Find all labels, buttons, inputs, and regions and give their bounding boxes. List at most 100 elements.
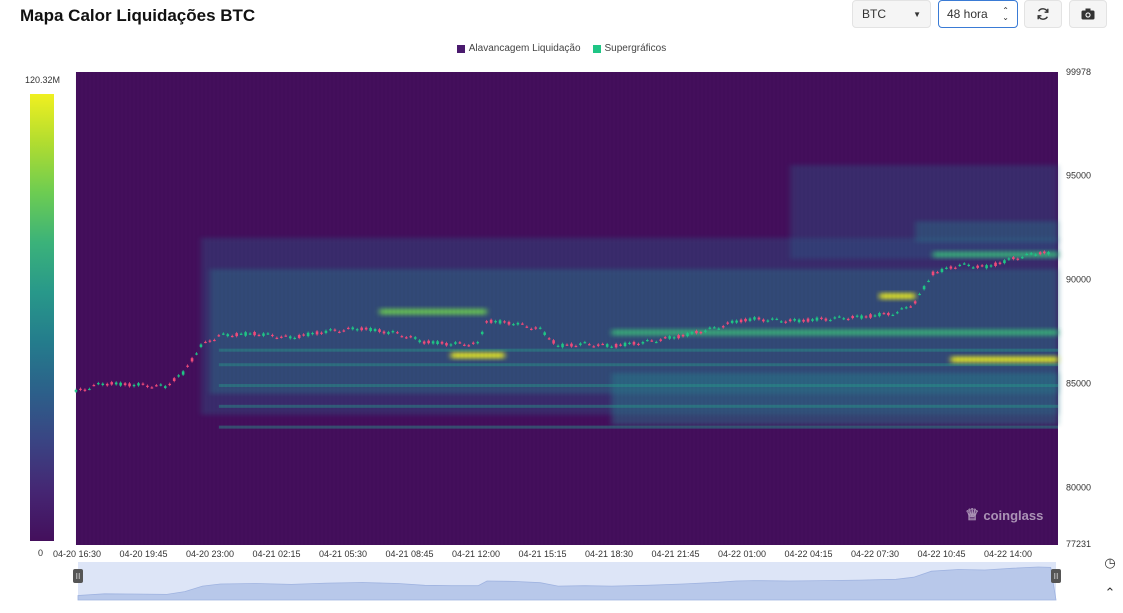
candle-body <box>1038 252 1042 255</box>
chevron-up-icon: ⌃ <box>1104 585 1116 600</box>
candle-body <box>387 332 390 334</box>
watermark: ♕ coinglass <box>965 505 1043 525</box>
candle-body <box>244 332 247 336</box>
candle-body <box>217 335 221 337</box>
candle-body <box>168 383 172 386</box>
y-tick-label: 77231 <box>1066 539 1091 549</box>
candle-body <box>458 342 462 344</box>
candle-body <box>873 315 877 317</box>
candle-body <box>503 321 506 323</box>
heatmap-chart[interactable]: 99978 95000 90000 85000 80000 77231 04-20 16:3… <box>0 0 1123 613</box>
candle-body <box>83 389 87 391</box>
candle-body <box>280 336 283 338</box>
candle-body <box>668 336 671 339</box>
candle-body <box>516 322 520 325</box>
candle-body <box>137 383 140 386</box>
candle-body <box>918 293 921 296</box>
candle-body <box>748 318 752 321</box>
candle-body <box>735 320 738 323</box>
candle-body <box>177 375 180 377</box>
collapse-button[interactable]: ⌃ <box>1100 583 1120 603</box>
candle-body <box>195 353 198 355</box>
candle-body <box>936 272 939 274</box>
candle-body <box>248 333 252 335</box>
candle-body <box>855 315 859 317</box>
candle-body <box>989 265 993 267</box>
candle-body <box>579 343 582 346</box>
candle-body <box>226 334 230 337</box>
candle-body <box>101 383 105 386</box>
candle-body <box>181 371 185 375</box>
candle-body <box>793 319 796 321</box>
candle-body <box>650 340 654 342</box>
candle-body <box>909 306 912 308</box>
candle-body <box>753 317 756 320</box>
candle-body <box>927 280 930 283</box>
watermark-text: coinglass <box>983 507 1044 523</box>
candle-body <box>704 330 707 332</box>
candle-body <box>92 385 96 387</box>
candle-body <box>820 317 823 319</box>
x-tick-label: 04-20 16:30 <box>53 549 101 559</box>
candle-body <box>405 337 408 339</box>
candle-body <box>779 321 783 323</box>
candle-body <box>994 262 997 266</box>
candle-body <box>552 340 555 344</box>
candle-body <box>105 383 109 386</box>
candle-body <box>306 332 310 337</box>
zoom-handle-left[interactable] <box>73 569 83 583</box>
candle-body <box>686 333 689 337</box>
candle-body <box>583 342 587 344</box>
x-tick-label: 04-21 02:15 <box>253 549 301 559</box>
candle-body <box>788 319 792 322</box>
candle-body <box>271 334 274 337</box>
candle-body <box>378 329 381 332</box>
candle-body <box>811 319 814 321</box>
candle-body <box>311 332 314 335</box>
candle-body <box>945 267 948 269</box>
candle-body <box>199 344 203 347</box>
hot-band <box>879 293 916 300</box>
candle-body <box>837 316 841 318</box>
candle-body <box>275 337 279 339</box>
y-tick-label: 85000 <box>1066 378 1091 388</box>
candle-body <box>512 324 515 326</box>
heatmap-field <box>611 373 1058 426</box>
candle-body <box>521 323 524 325</box>
candle-body <box>351 327 355 330</box>
candle-body <box>1047 252 1050 255</box>
candle-body <box>601 343 605 346</box>
candle-body <box>1020 257 1024 259</box>
candle-body <box>954 267 957 269</box>
y-tick-label: 95000 <box>1066 171 1091 181</box>
candle-body <box>480 331 484 335</box>
x-tick-label: 04-22 07:30 <box>851 549 899 559</box>
candle-body <box>534 327 538 329</box>
candle-body <box>186 365 189 367</box>
candle-body <box>355 329 359 331</box>
candle-body <box>654 341 658 344</box>
x-tick-label: 04-22 10:45 <box>918 549 966 559</box>
candle-body <box>494 320 497 323</box>
candle-body <box>110 382 114 385</box>
history-button[interactable]: ◷ <box>1100 553 1120 573</box>
candle-body <box>882 313 886 315</box>
candle-body <box>663 337 667 339</box>
candle-body <box>940 268 944 273</box>
candle-body <box>922 286 926 290</box>
candle-body <box>529 328 533 331</box>
candle-body <box>605 344 609 347</box>
candle-body <box>288 336 292 339</box>
candle-body <box>315 331 319 335</box>
candle-body <box>543 332 546 335</box>
candle-body <box>146 385 149 387</box>
candle-body <box>721 326 725 328</box>
candle-body <box>860 315 863 319</box>
candle-body <box>1029 253 1033 255</box>
candle-body <box>1034 254 1037 256</box>
zoom-handle-right[interactable] <box>1051 569 1061 583</box>
candle-body <box>1003 260 1006 264</box>
candle-body <box>329 329 332 331</box>
candle-body <box>132 384 136 387</box>
candle-body <box>842 318 846 320</box>
